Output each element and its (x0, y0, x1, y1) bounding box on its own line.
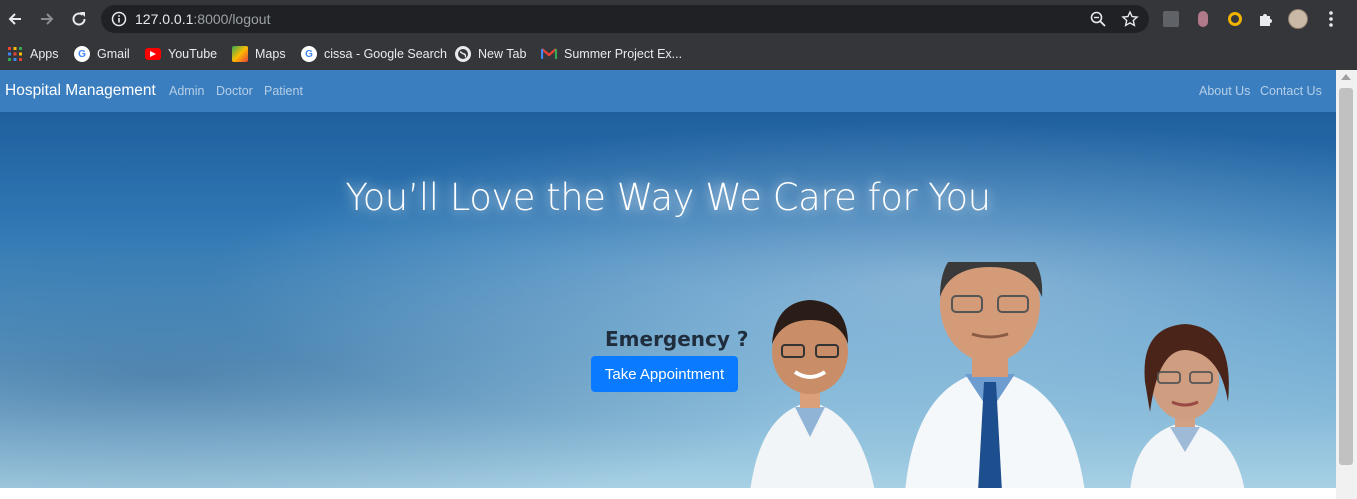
doctor-right-figure (1130, 324, 1245, 488)
emergency-heading: Emergency ? (605, 327, 749, 351)
site-info-icon[interactable] (111, 11, 127, 32)
browser-toolbar: 127.0.0.1:8000/logout (0, 0, 1357, 38)
extension-bug-icon[interactable] (1193, 9, 1213, 29)
bookmark-label: Maps (255, 47, 286, 61)
page-viewport: Hospital Management Admin Doctor Patient… (0, 70, 1336, 488)
nav-link-patient[interactable]: Patient (264, 84, 303, 98)
extension-icon[interactable] (1161, 9, 1181, 29)
nav-link-contact-us[interactable]: Contact Us (1260, 84, 1322, 98)
apps-grid-icon (7, 46, 23, 62)
bookmark-youtube[interactable]: YouTube (145, 43, 217, 65)
forward-icon[interactable] (36, 8, 58, 30)
page-bottom-strip (0, 488, 1336, 499)
bookmark-label: Summer Project Ex... (564, 47, 683, 61)
bookmark-label: Gmail (97, 47, 130, 61)
extensions-puzzle-icon[interactable] (1256, 9, 1276, 29)
scroll-thumb[interactable] (1339, 88, 1353, 465)
take-appointment-button[interactable]: Take Appointment (591, 356, 738, 392)
bookmark-label: New Tab (478, 47, 527, 61)
bookmarks-bar: Apps G Gmail YouTube Maps Gcissa - Google… (0, 38, 1357, 71)
bookmark-gmail[interactable]: G Gmail (74, 43, 130, 65)
nav-link-doctor[interactable]: Doctor (216, 84, 253, 98)
site-navbar: Hospital Management Admin Doctor Patient… (0, 70, 1336, 112)
bookmark-star-icon[interactable] (1121, 10, 1139, 33)
google-icon: G (301, 46, 317, 62)
doctors-image (750, 262, 1245, 488)
bookmark-label: cissa - Google Search (324, 47, 447, 61)
globe-icon (455, 46, 471, 62)
google-icon: G (74, 46, 90, 62)
bookmark-cissa-search[interactable]: Gcissa - Google Search (301, 43, 447, 65)
bookmark-new-tab[interactable]: New Tab (455, 43, 526, 65)
back-icon[interactable] (4, 8, 26, 30)
url-text: 127.0.0.1:8000/logout (135, 11, 270, 27)
hero-banner: You’ll Love the Way We Care for You Emer… (0, 112, 1336, 488)
bookmark-label: Apps (30, 47, 59, 61)
youtube-icon (145, 48, 161, 60)
gmail-icon (541, 46, 557, 62)
nav-link-about-us[interactable]: About Us (1199, 84, 1250, 98)
reload-icon[interactable] (68, 8, 90, 30)
hero-title: You’ll Love the Way We Care for You (345, 176, 991, 219)
bookmark-apps[interactable]: Apps (7, 43, 59, 65)
bookmark-maps[interactable]: Maps (232, 43, 286, 65)
maps-icon (232, 46, 248, 62)
extension-q-icon[interactable] (1225, 9, 1245, 29)
navbar-brand[interactable]: Hospital Management (5, 82, 156, 100)
url-path: :8000/logout (193, 11, 271, 27)
menu-icon[interactable] (1321, 9, 1341, 29)
profile-avatar[interactable] (1288, 9, 1308, 29)
zoom-icon[interactable] (1089, 10, 1107, 33)
nav-link-admin[interactable]: Admin (169, 84, 204, 98)
address-bar[interactable]: 127.0.0.1:8000/logout (101, 5, 1149, 33)
vertical-scrollbar[interactable] (1336, 70, 1357, 499)
url-host: 127.0.0.1 (135, 11, 194, 27)
bookmark-label: YouTube (168, 47, 218, 61)
bookmark-summer-project[interactable]: Summer Project Ex... (541, 43, 682, 65)
doctor-center-figure (905, 262, 1085, 488)
doctor-left-figure (750, 300, 875, 488)
scroll-up-arrow-icon[interactable] (1341, 74, 1351, 80)
